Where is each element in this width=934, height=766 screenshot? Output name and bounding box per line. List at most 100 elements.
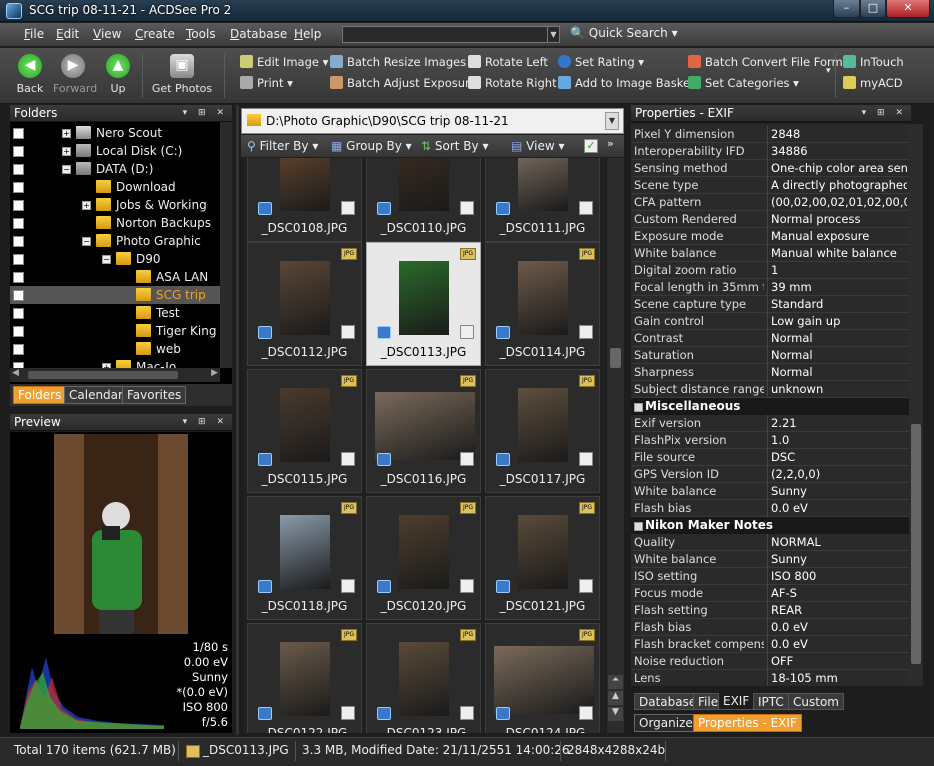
add-basket-button[interactable]: Add to Image Basket — [558, 76, 695, 90]
set-categories-button[interactable]: Set Categories ▾ — [688, 76, 799, 90]
collapse-icon[interactable]: − — [82, 237, 91, 246]
property-row[interactable]: Flash setting REAR — [631, 602, 909, 619]
property-row[interactable]: File source DSC — [631, 449, 909, 466]
folder-item[interactable]: Test — [10, 304, 220, 322]
scroll-top-icon[interactable]: ⏶ — [608, 675, 623, 689]
edit-image-button[interactable]: Edit Image ▾ — [240, 55, 328, 69]
property-row[interactable]: Sensing method One-chip color area sensor — [631, 160, 909, 177]
more-chevron-icon[interactable]: » — [607, 137, 614, 150]
close-button[interactable]: ✕ — [886, 0, 930, 18]
thumbnail-checkbox[interactable] — [460, 452, 474, 466]
tab-properties-exif[interactable]: Properties - EXIF — [693, 714, 802, 732]
intouch-button[interactable]: InTouch — [843, 55, 904, 69]
menu-file[interactable]: File — [24, 27, 44, 41]
thumbnail-item[interactable]: JPG _DSC0112.JPG — [247, 242, 362, 366]
batch-adjust-button[interactable]: Batch Adjust Exposure — [330, 76, 477, 90]
path-dropdown-chevron-icon[interactable]: ▼ — [605, 112, 619, 130]
group-by-button[interactable]: ▦ Group By ▾ — [331, 139, 412, 153]
menu-view[interactable]: View — [93, 27, 121, 41]
thumbnail-item[interactable]: JPG _DSC0123.JPG — [366, 623, 481, 733]
thumbnail-checkbox[interactable] — [460, 579, 474, 593]
folder-checkbox[interactable] — [13, 128, 24, 139]
forward-button[interactable]: ▶ Forward — [53, 54, 97, 95]
thumbnail-item[interactable]: JPG_DSC0110.JPG — [366, 158, 481, 242]
batch-resize-button[interactable]: Batch Resize Images — [330, 55, 466, 69]
print-button[interactable]: Print ▾ — [240, 76, 293, 90]
property-row[interactable]: White balance Manual white balance — [631, 245, 909, 262]
select-checkbox-icon[interactable]: ✓ — [584, 139, 598, 153]
folder-item[interactable]: Download — [10, 178, 220, 196]
get-photos-button[interactable]: ▣ Get Photos — [150, 54, 214, 95]
folder-checkbox[interactable] — [13, 254, 24, 265]
rotate-left-button[interactable]: Rotate Left — [468, 55, 548, 69]
collapse-icon[interactable]: − — [102, 255, 111, 264]
property-row[interactable]: Sharpness Normal — [631, 364, 909, 381]
scroll-up-icon[interactable]: ▲ — [608, 691, 623, 705]
thumbnail-item[interactable]: JPG _DSC0114.JPG — [485, 242, 600, 366]
thumbnail-item[interactable]: JPG_DSC0108.JPG — [247, 158, 362, 242]
thumbnail-item[interactable]: JPG _DSC0115.JPG — [247, 369, 362, 493]
thumbnail-item[interactable]: JPG _DSC0121.JPG — [485, 496, 600, 620]
property-row[interactable]: Lens 18-105 mm — [631, 670, 909, 686]
property-row[interactable]: Subject distance range unknown — [631, 381, 909, 398]
maximize-button[interactable]: □ — [860, 0, 886, 18]
folder-item[interactable]: − DATA (D:) — [10, 160, 220, 178]
scroll-down-icon[interactable]: ▼ — [608, 707, 623, 721]
rotate-right-button[interactable]: Rotate Right — [468, 76, 557, 90]
expand-icon[interactable]: + — [82, 201, 91, 210]
set-rating-button[interactable]: Set Rating ▾ — [558, 55, 644, 69]
folder-checkbox[interactable] — [13, 218, 24, 229]
tab-organize[interactable]: Organize — [634, 714, 698, 732]
folder-checkbox[interactable] — [13, 146, 24, 157]
property-row[interactable]: Gain control Low gain up — [631, 313, 909, 330]
tab-favorites[interactable]: Favorites — [122, 386, 187, 404]
property-row[interactable]: Exif version 2.21 — [631, 415, 909, 432]
thumbnail-checkbox[interactable] — [579, 201, 593, 215]
property-row[interactable]: Focus mode AF-S — [631, 585, 909, 602]
thumbnail-item[interactable]: JPG _DSC0120.JPG — [366, 496, 481, 620]
folder-item[interactable]: − D90 — [10, 250, 220, 268]
thumbnail-checkbox[interactable] — [341, 706, 355, 720]
property-row[interactable]: ISO setting ISO 800 — [631, 568, 909, 585]
scroll-thumb[interactable] — [911, 424, 921, 664]
property-row[interactable]: Contrast Normal — [631, 330, 909, 347]
thumbnail-checkbox[interactable] — [341, 201, 355, 215]
myacd-button[interactable]: myACD — [843, 76, 903, 90]
folder-checkbox[interactable] — [13, 290, 24, 301]
collapse-icon[interactable]: − — [62, 165, 71, 174]
thumbnail-checkbox[interactable] — [579, 706, 593, 720]
thumbnail-item[interactable]: JPG _DSC0113.JPG — [366, 242, 481, 366]
thumbnail-item[interactable]: JPG _DSC0124.JPG — [485, 623, 600, 733]
thumbnail-checkbox[interactable] — [460, 325, 474, 339]
property-row[interactable]: Scene type A directly photographed im... — [631, 177, 909, 194]
quick-search-input[interactable]: ▼ — [342, 26, 560, 43]
folder-item[interactable]: SCG trip — [10, 286, 220, 304]
thumbnail-checkbox[interactable] — [341, 579, 355, 593]
properties-scrollbar[interactable] — [909, 124, 923, 686]
folder-item[interactable]: + Nero Scout — [10, 124, 220, 142]
property-row[interactable]: White balance Sunny — [631, 483, 909, 500]
up-button[interactable]: ▲ Up — [98, 54, 138, 95]
overflow-chevron-icon[interactable]: ▾ — [826, 66, 831, 76]
property-row[interactable]: Custom Rendered Normal process — [631, 211, 909, 228]
folder-checkbox[interactable] — [13, 200, 24, 211]
menu-tools[interactable]: Tools — [186, 27, 216, 41]
property-row[interactable]: Flash bias 0.0 eV — [631, 500, 909, 517]
tab-custom[interactable]: Custom — [788, 693, 844, 710]
folder-item[interactable]: Tiger King — [10, 322, 220, 340]
expand-icon[interactable]: + — [62, 129, 71, 138]
property-row[interactable]: Saturation Normal — [631, 347, 909, 364]
panel-controls[interactable]: ▾ ⊞ ✕ — [862, 105, 907, 121]
thumbnail-checkbox[interactable] — [579, 579, 593, 593]
menu-help[interactable]: Help — [294, 27, 321, 41]
menu-edit[interactable]: Edit — [56, 27, 79, 41]
section-nikon-maker-notes[interactable]: Nikon Maker Notes — [631, 517, 909, 534]
thumbnail-item[interactable]: JPG _DSC0122.JPG — [247, 623, 362, 733]
expand-icon[interactable]: + — [62, 147, 71, 156]
property-row[interactable]: Exposure mode Manual exposure — [631, 228, 909, 245]
filter-by-button[interactable]: ⚲ Filter By ▾ — [247, 139, 318, 153]
thumbnail-checkbox[interactable] — [579, 325, 593, 339]
property-row[interactable]: Flash bias 0.0 eV — [631, 619, 909, 636]
back-button[interactable]: ◀ Back — [10, 54, 50, 95]
chevron-down-icon[interactable]: ▼ — [547, 27, 559, 42]
